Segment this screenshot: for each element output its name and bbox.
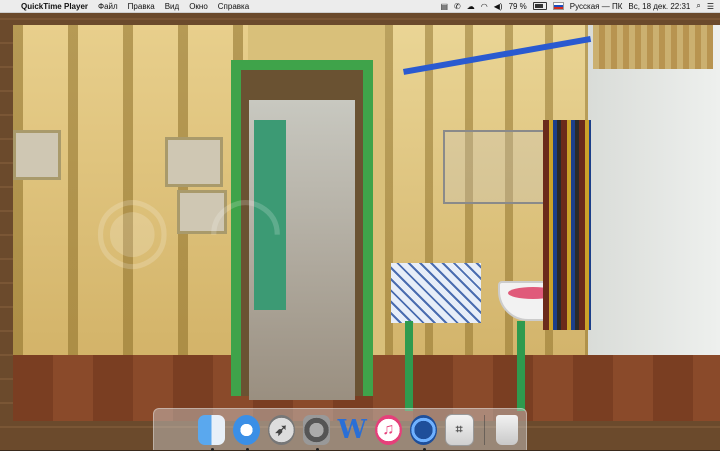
battery-icon[interactable] <box>532 2 547 10</box>
status-area: ▤ ✆ ☁ ◠ ◀) 79 % Русская — ПК Вс, 18 дек.… <box>434 1 720 11</box>
dock-separator <box>483 414 485 445</box>
running-indicator <box>315 447 319 451</box>
menu-window[interactable]: Окно <box>184 2 213 11</box>
video-frame[interactable]: ◉ ◠ <box>13 25 720 421</box>
launchpad-icon[interactable]: ➶ <box>267 414 295 445</box>
volume-icon[interactable]: ◀) <box>494 2 503 11</box>
dock: ➶ W ♫ ⌗ <box>153 408 527 451</box>
notes-icon[interactable]: ▤ <box>440 2 448 11</box>
wall-picture-left <box>13 130 61 180</box>
itunes-icon[interactable]: ♫ <box>374 414 402 445</box>
watermark: ◉ ◠ <box>93 175 285 280</box>
safari-icon[interactable] <box>232 414 260 451</box>
preview-icon[interactable]: ⌗ <box>444 413 474 446</box>
menu-file[interactable]: Файл <box>93 2 123 11</box>
green-table <box>405 321 525 411</box>
quicktime-icon[interactable] <box>409 414 437 451</box>
running-indicator <box>211 447 214 451</box>
flag-icon[interactable] <box>552 2 564 10</box>
menu-bar: QuickTime Player Файл Правка Вид Окно Сп… <box>0 0 720 13</box>
menu-help[interactable]: Справка <box>213 2 254 11</box>
input-source[interactable]: Русская — ПК <box>570 2 623 11</box>
menu-view[interactable]: Вид <box>160 2 184 11</box>
menu-app-name[interactable]: QuickTime Player <box>16 2 93 11</box>
striped-towel <box>543 120 591 330</box>
system-preferences-icon[interactable] <box>302 414 330 451</box>
wall-poster <box>593 25 713 69</box>
clock[interactable]: Вс, 18 дек. 22:31 <box>628 2 690 11</box>
wifi-icon[interactable]: ◠ <box>481 2 488 11</box>
battery-percent[interactable]: 79 % <box>509 2 527 11</box>
running-indicator <box>422 447 426 451</box>
phone-icon[interactable]: ✆ <box>454 2 461 11</box>
spotlight-icon[interactable]: ⌕ <box>696 1 700 11</box>
menu-edit[interactable]: Правка <box>123 2 160 11</box>
trash-icon[interactable] <box>496 414 518 445</box>
finder-icon[interactable] <box>198 414 225 451</box>
desktop: ◉ ◠ <box>0 13 720 450</box>
running-indicator <box>245 447 249 451</box>
tablecloth <box>391 263 481 323</box>
cloud-icon[interactable]: ☁ <box>467 2 475 11</box>
notification-center-icon[interactable]: ☰ <box>707 2 714 11</box>
word-icon[interactable]: W <box>338 415 367 445</box>
dish-rack <box>443 130 557 204</box>
